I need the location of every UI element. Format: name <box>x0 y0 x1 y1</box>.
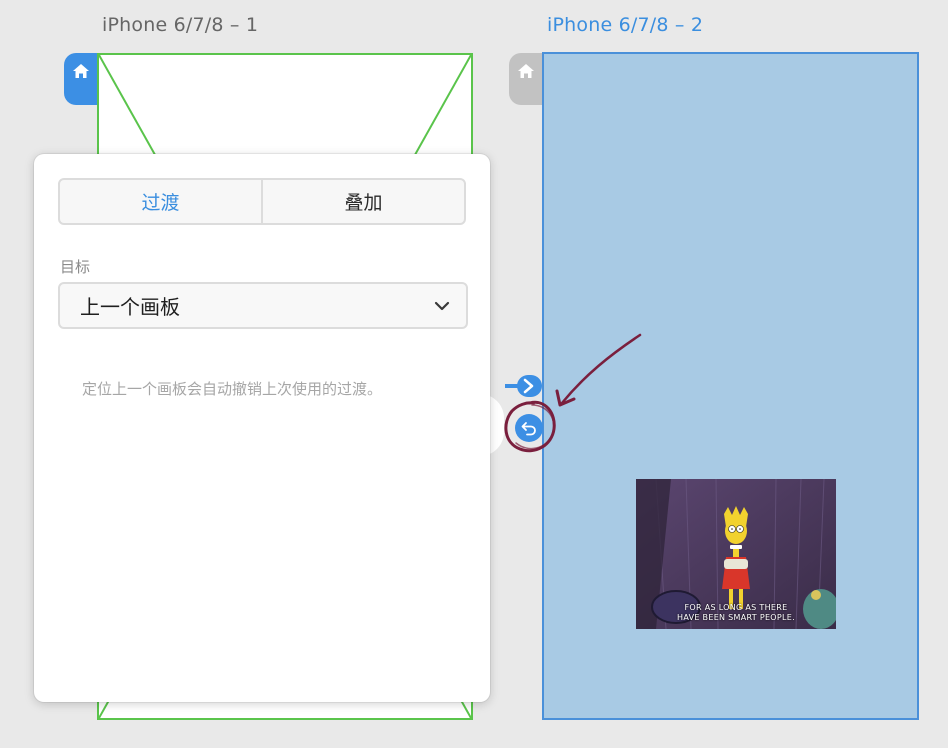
caption-line-2: HAVE BEEN SMART PEOPLE. <box>677 613 795 622</box>
back-arrow-icon <box>521 422 536 436</box>
canvas: iPhone 6/7/8 – 1 iPhone 6/7/8 – 2 FOR AS… <box>0 0 948 748</box>
mode-segmented-control: 过渡 叠加 <box>58 178 466 225</box>
chevron-down-icon <box>434 301 450 311</box>
target-label: 目标 <box>60 258 91 276</box>
prototype-popover: 过渡 叠加 目标 上一个画板 定位上一个画板会自动撤销上次使用的过渡。 <box>34 154 490 702</box>
target-select[interactable]: 上一个画板 <box>58 282 468 329</box>
hint-text: 定位上一个画板会自动撤销上次使用的过渡。 <box>82 380 383 398</box>
previous-artboard-button[interactable] <box>515 414 543 442</box>
tab-overlay[interactable]: 叠加 <box>261 180 464 223</box>
artboard-2-title[interactable]: iPhone 6/7/8 – 2 <box>547 14 703 36</box>
home-icon <box>72 64 89 78</box>
artboard-1-home-tab[interactable] <box>64 53 97 105</box>
home-icon <box>517 64 534 78</box>
subtitle-caption: FOR AS LONG AS THERE HAVE BEEN SMART PEO… <box>636 603 836 623</box>
tab-transition[interactable]: 过渡 <box>60 180 261 223</box>
link-connector[interactable] <box>505 374 542 398</box>
thumbnail-image[interactable]: FOR AS LONG AS THERE HAVE BEEN SMART PEO… <box>636 479 836 629</box>
caption-line-1: FOR AS LONG AS THERE <box>684 603 788 612</box>
target-select-value: 上一个画板 <box>80 295 180 319</box>
artboard-2-home-tab[interactable] <box>509 53 542 105</box>
artboard-1-title[interactable]: iPhone 6/7/8 – 1 <box>102 14 258 36</box>
